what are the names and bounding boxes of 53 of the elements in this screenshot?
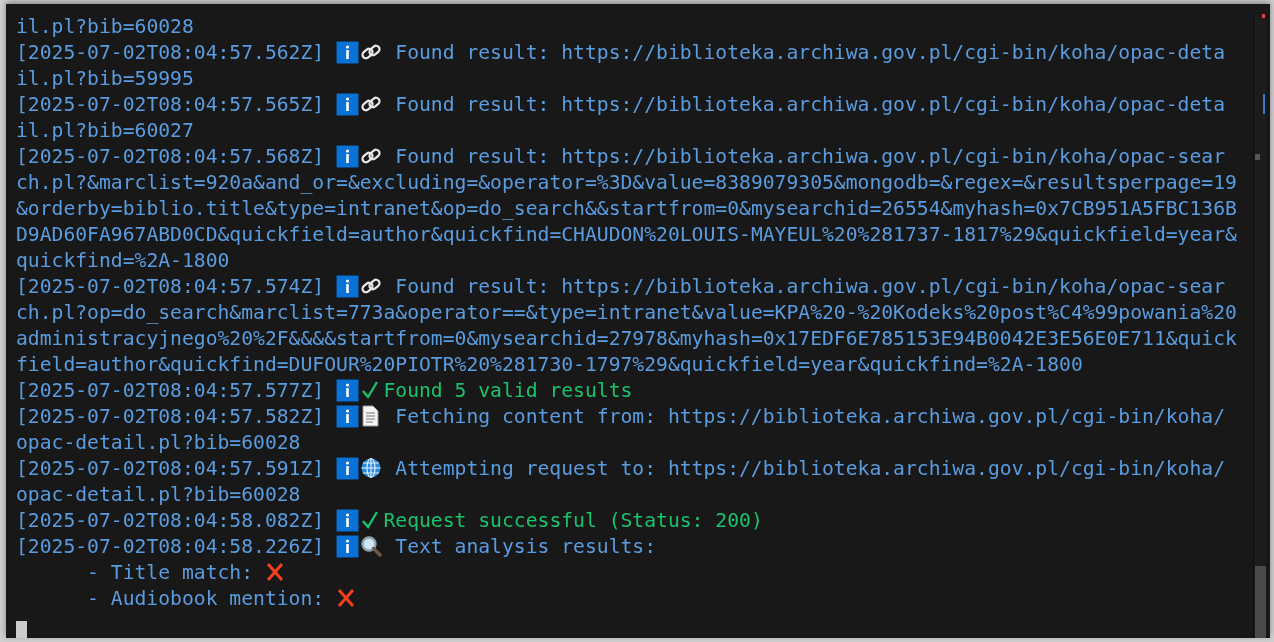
- log-timestamp: [2025-07-02T08:04:57.574Z]: [16, 275, 325, 298]
- scrollbar[interactable]: [1253, 14, 1266, 638]
- log-text: il.pl?bib=60028: [16, 15, 194, 38]
- log-message: administracyjnego%20%2F&&&&startfrom=0&mysearchid=27978&myhash=0x17EDF6E785153E94B0042E3E56E0E711&quick: [16, 327, 1237, 350]
- log-message: Found result: https://biblioteka.archiwa.gov.pl/cgi-bin/koha/opac-deta: [395, 41, 1225, 64]
- log-message: &orderby=biblio.title&type=intranet&op=do_search&&startfrom=0&mysearchid=26554&myhash=0x7CB951A5FBC136B: [16, 197, 1237, 220]
- check-icon: [359, 509, 380, 531]
- info-icon: [336, 275, 360, 298]
- log-timestamp: [2025-07-02T08:04:57.582Z]: [16, 405, 325, 428]
- log-message: Found 5 valid results: [383, 379, 633, 402]
- document-icon: [359, 405, 380, 427]
- log-timestamp: [2025-07-02T08:04:58.226Z]: [16, 535, 325, 558]
- detail-label: - Title match:: [87, 561, 254, 584]
- globe-icon: [359, 457, 382, 479]
- log-message: Request successful (Status: 200): [383, 509, 763, 532]
- log-timestamp: [2025-07-02T08:04:57.591Z]: [16, 457, 325, 480]
- log-message: Text analysis results:: [395, 535, 657, 558]
- scrollbar-marker: [1255, 154, 1260, 160]
- info-icon: [336, 41, 360, 64]
- log-message: ch.pl?&marclist=920a&and_or=&excluding=&operator=%3D&value=8389079305&mongodb=&regex=&resultsperpage=19: [16, 171, 1237, 194]
- log-timestamp: [2025-07-02T08:04:57.565Z]: [16, 93, 325, 116]
- info-icon: [336, 405, 360, 428]
- info-icon: [336, 509, 360, 532]
- log-message: il.pl?bib=60027: [16, 119, 194, 142]
- info-icon: [336, 535, 360, 558]
- info-icon: [336, 93, 360, 116]
- check-icon: [359, 379, 380, 401]
- log-message: ch.pl?op=do_search&marclist=773a&operator==&type=intranet&value=KPA%20-%20Kodeks%20post%C4%99powania%20: [16, 301, 1237, 324]
- scrollbar-marker: [1263, 94, 1265, 114]
- log-message: Found result: https://biblioteka.archiwa.gov.pl/cgi-bin/koha/opac-sear: [395, 145, 1225, 168]
- log-message: Attempting request to: https://biblioteka.archiwa.gov.pl/cgi-bin/koha/: [395, 457, 1225, 480]
- log-timestamp: [2025-07-02T08:04:57.568Z]: [16, 145, 325, 168]
- info-icon: [336, 457, 360, 480]
- log-message: Found result: https://biblioteka.archiwa.gov.pl/cgi-bin/koha/opac-deta: [395, 93, 1225, 116]
- log-message: quickfind=%2A-1800: [16, 249, 230, 272]
- log-message: il.pl?bib=59995: [16, 67, 194, 90]
- log-message: Found result: https://biblioteka.archiwa.gov.pl/cgi-bin/koha/opac-sear: [395, 275, 1225, 298]
- log-timestamp: [2025-07-02T08:04:57.562Z]: [16, 41, 325, 64]
- detail-label: - Audiobook mention:: [87, 587, 325, 610]
- log-message: opac-detail.pl?bib=60028: [16, 431, 301, 454]
- scrollbar-marker: [1262, 14, 1265, 18]
- search-icon: [359, 535, 382, 557]
- log-message: opac-detail.pl?bib=60028: [16, 483, 301, 506]
- log-timestamp: [2025-07-02T08:04:57.577Z]: [16, 379, 325, 402]
- info-icon: [336, 145, 360, 168]
- log-message: field=author&quickfind=DUFOUR%20PIOTR%20%281730-1797%29&quickfield=year&quickfind=%2A-1800: [16, 353, 1083, 376]
- scrollbar-thumb[interactable]: [1255, 566, 1266, 638]
- log-message: Fetching content from: https://biblioteka.archiwa.gov.pl/cgi-bin/koha/: [395, 405, 1225, 428]
- cross-icon: [264, 561, 285, 583]
- log-message: D9AD60FA967ABD0CD&quickfield=author&quickfind=CHAUDON%20LOUIS-MAYEUL%20%281737-1817%29&quickfield=year&: [16, 223, 1237, 246]
- log-timestamp: [2025-07-02T08:04:58.082Z]: [16, 509, 325, 532]
- cross-icon: [336, 587, 356, 609]
- info-icon: [336, 379, 360, 402]
